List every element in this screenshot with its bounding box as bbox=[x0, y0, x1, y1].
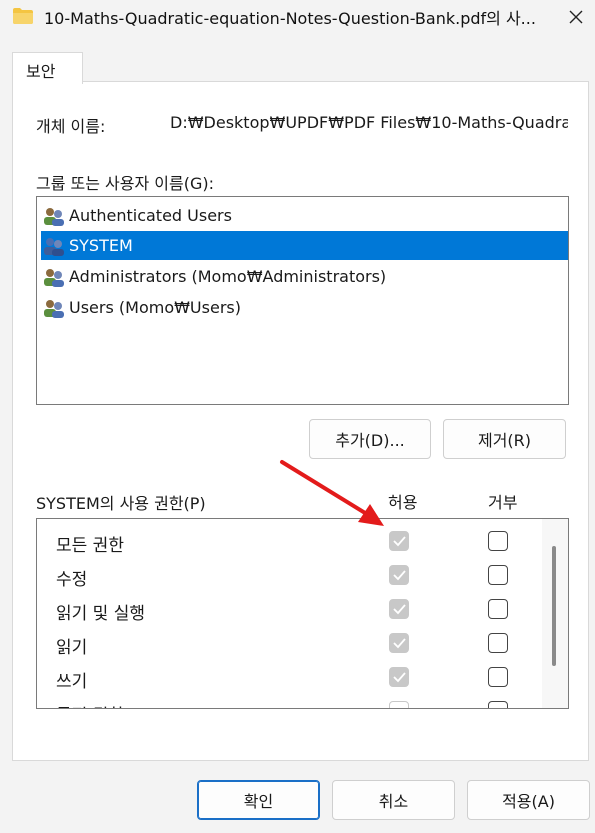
group-item-label: Authenticated Users bbox=[69, 206, 232, 225]
users-icon bbox=[44, 299, 64, 318]
allow-checkbox bbox=[389, 565, 409, 585]
users-icon bbox=[44, 207, 64, 226]
deny-checkbox[interactable] bbox=[488, 565, 508, 585]
deny-checkbox[interactable] bbox=[488, 667, 508, 687]
window-title: 10-Maths-Quadratic-equation-Notes-Questi… bbox=[44, 9, 536, 28]
list-item-administrators[interactable]: Administrators (Momo₩Administrators) bbox=[41, 262, 568, 291]
object-name-value: D:₩Desktop₩UPDF₩PDF Files₩10-Maths-Quadr… bbox=[170, 113, 568, 132]
group-item-label: Administrators (Momo₩Administrators) bbox=[69, 267, 387, 286]
permission-name: 모든 권한 bbox=[56, 536, 124, 556]
allow-checkbox bbox=[389, 667, 409, 687]
permission-name: 수정 bbox=[56, 570, 88, 590]
scrollbar[interactable] bbox=[542, 519, 568, 708]
allow-checkbox bbox=[389, 599, 409, 619]
list-item-system[interactable]: SYSTEM bbox=[41, 231, 568, 260]
close-button[interactable] bbox=[558, 2, 594, 32]
cancel-button[interactable]: 취소 bbox=[332, 780, 455, 820]
object-name-label: 개체 이름: bbox=[36, 117, 106, 136]
allow-checkbox bbox=[389, 701, 409, 708]
permission-name: 쓰기 bbox=[56, 672, 88, 692]
group-list-label: 그룹 또는 사용자 이름(G): bbox=[36, 174, 215, 193]
group-user-list[interactable]: Authenticated Users SYSTEM Administrator… bbox=[36, 196, 569, 405]
permission-row-read-execute: 읽기 및 실행 bbox=[37, 592, 542, 626]
deny-checkbox[interactable] bbox=[488, 701, 508, 708]
add-button[interactable]: 추가(D)... bbox=[309, 419, 431, 459]
scrollbar-thumb[interactable] bbox=[552, 546, 556, 666]
permission-name: 읽기 및 실행 bbox=[56, 604, 146, 624]
tab-bar: 보안 bbox=[0, 34, 595, 84]
apply-button[interactable]: 적용(A) bbox=[467, 780, 590, 820]
allow-checkbox bbox=[389, 531, 409, 551]
list-item-authenticated-users[interactable]: Authenticated Users bbox=[41, 201, 568, 230]
tab-security[interactable]: 보안 bbox=[12, 52, 83, 84]
deny-checkbox[interactable] bbox=[488, 633, 508, 653]
list-item-users[interactable]: Users (Momo₩Users) bbox=[41, 293, 568, 322]
allow-column-header: 허용 bbox=[388, 493, 418, 512]
deny-checkbox[interactable] bbox=[488, 531, 508, 551]
ok-button[interactable]: 확인 bbox=[197, 780, 320, 820]
permission-row-modify: 수정 bbox=[37, 558, 542, 592]
annotation-arrow bbox=[280, 460, 384, 526]
remove-button[interactable]: 제거(R) bbox=[443, 419, 566, 459]
folder-icon bbox=[13, 8, 33, 24]
permission-row-special: 특정 권한 bbox=[37, 694, 542, 708]
deny-checkbox[interactable] bbox=[488, 599, 508, 619]
users-icon bbox=[44, 237, 64, 256]
group-item-label: SYSTEM bbox=[69, 236, 133, 255]
permission-row-read: 읽기 bbox=[37, 626, 542, 660]
users-icon bbox=[44, 268, 64, 287]
permissions-list[interactable]: 모든 권한 수정 읽기 및 실행 읽기 쓰기 특정 권한 bbox=[36, 518, 569, 709]
permission-row-write: 쓰기 bbox=[37, 660, 542, 694]
permission-name: 특정 권한 bbox=[56, 701, 124, 708]
close-icon bbox=[569, 10, 583, 24]
permissions-label: SYSTEM의 사용 권한(P) bbox=[36, 494, 206, 513]
title-bar: 10-Maths-Quadratic-equation-Notes-Questi… bbox=[0, 0, 595, 34]
deny-column-header: 거부 bbox=[488, 493, 518, 512]
allow-checkbox bbox=[389, 633, 409, 653]
group-item-label: Users (Momo₩Users) bbox=[69, 298, 241, 317]
permission-name: 읽기 bbox=[56, 638, 88, 658]
